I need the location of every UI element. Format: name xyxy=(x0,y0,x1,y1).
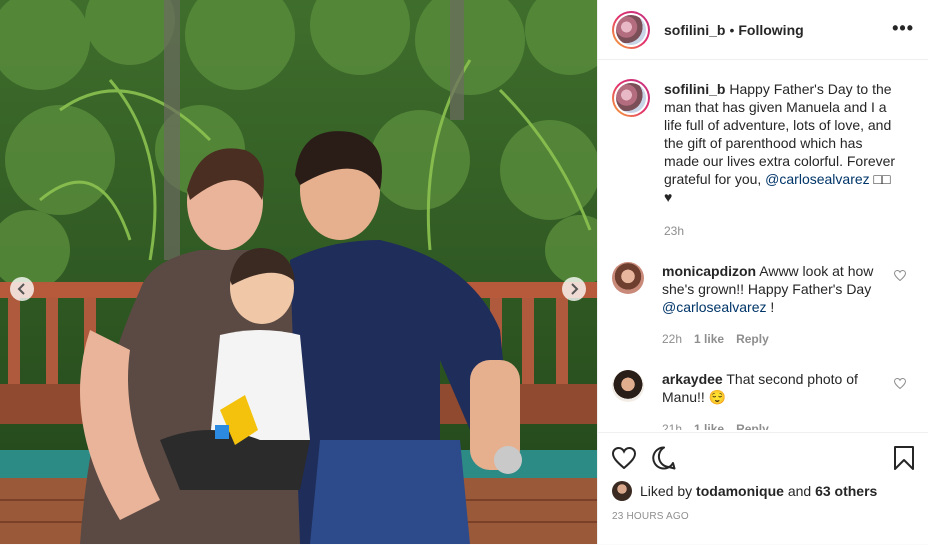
comment-time[interactable]: 22h xyxy=(662,330,682,348)
chevron-left-icon xyxy=(17,283,25,295)
likes-others-link[interactable]: 63 others xyxy=(815,483,877,499)
previous-photo-button[interactable] xyxy=(10,277,34,301)
caption: sofilini_b Happy Father's Day to the man… xyxy=(598,60,928,240)
post-photo[interactable] xyxy=(0,0,597,544)
comment-reply-button[interactable]: Reply xyxy=(736,420,769,430)
comment-avatar[interactable] xyxy=(612,262,644,294)
bookmark-icon[interactable] xyxy=(894,446,914,470)
liker-avatar[interactable] xyxy=(612,481,632,501)
comment-body: arkaydee That second photo of Manu!! 😌 2… xyxy=(662,370,884,430)
caption-username[interactable]: sofilini_b xyxy=(664,81,725,97)
caption-heart: ♥ xyxy=(664,189,673,205)
comment-likes[interactable]: 1 like xyxy=(694,420,724,430)
comment-avatar[interactable] xyxy=(612,370,644,402)
author-username[interactable]: sofilini_b xyxy=(664,22,725,38)
author-avatar[interactable] xyxy=(612,10,650,49)
likes-summary: Liked by todamonique and 63 others xyxy=(598,481,928,501)
likes-prefix: Liked by xyxy=(640,483,693,499)
heart-icon[interactable] xyxy=(612,447,636,469)
caption-body: sofilini_b Happy Father's Day to the man… xyxy=(664,80,900,240)
comment-body: monicapdizon Awww look at how she's grow… xyxy=(662,262,884,348)
comment-username[interactable]: monicapdizon xyxy=(662,263,756,279)
liker-username[interactable]: todamonique xyxy=(696,483,784,499)
comment-like-heart-icon[interactable] xyxy=(894,378,906,389)
instagram-post: sofilini_b • Following ••• sofilini_b Ha… xyxy=(0,0,928,544)
caption-avatar[interactable] xyxy=(612,79,650,117)
caption-trailing: □□ xyxy=(873,171,891,187)
caption-time[interactable]: 23h xyxy=(664,222,684,240)
post-timestamp[interactable]: 23 HOURS AGO xyxy=(598,501,928,522)
comment-item: monicapdizon Awww look at how she's grow… xyxy=(598,240,928,348)
comment-meta: 22h 1 like Reply xyxy=(662,330,884,348)
header-separator: • xyxy=(729,21,735,38)
post-side-panel: sofilini_b • Following ••• sofilini_b Ha… xyxy=(597,0,928,544)
comment-time[interactable]: 21h xyxy=(662,420,682,430)
next-photo-button[interactable] xyxy=(562,277,586,301)
comment-likes[interactable]: 1 like xyxy=(694,330,724,348)
comment-icon[interactable] xyxy=(652,446,676,470)
comment-item: arkaydee That second photo of Manu!! 😌 2… xyxy=(598,348,928,430)
comment-like-heart-icon[interactable] xyxy=(894,270,906,281)
chevron-right-icon xyxy=(571,283,579,295)
more-options-button[interactable]: ••• xyxy=(892,18,914,39)
post-header: sofilini_b • Following ••• xyxy=(598,0,928,60)
likes-middle: and xyxy=(787,483,812,499)
action-buttons xyxy=(598,433,928,473)
comment-reply-button[interactable]: Reply xyxy=(736,330,769,348)
comment-text-after: ! xyxy=(766,299,775,315)
comment-meta: 21h 1 like Reply xyxy=(662,420,884,430)
family-photo-illustration xyxy=(0,0,597,544)
caption-mention[interactable]: @carlosealvarez xyxy=(765,171,869,187)
follow-status-button[interactable]: Following xyxy=(738,22,803,38)
comment-mention[interactable]: @carlosealvarez xyxy=(662,299,766,315)
comments-list[interactable]: sofilini_b Happy Father's Day to the man… xyxy=(598,60,928,430)
comment-username[interactable]: arkaydee xyxy=(662,371,723,387)
caption-meta: 23h xyxy=(664,222,900,240)
post-actions: Liked by todamonique and 63 others 23 HO… xyxy=(598,432,928,545)
